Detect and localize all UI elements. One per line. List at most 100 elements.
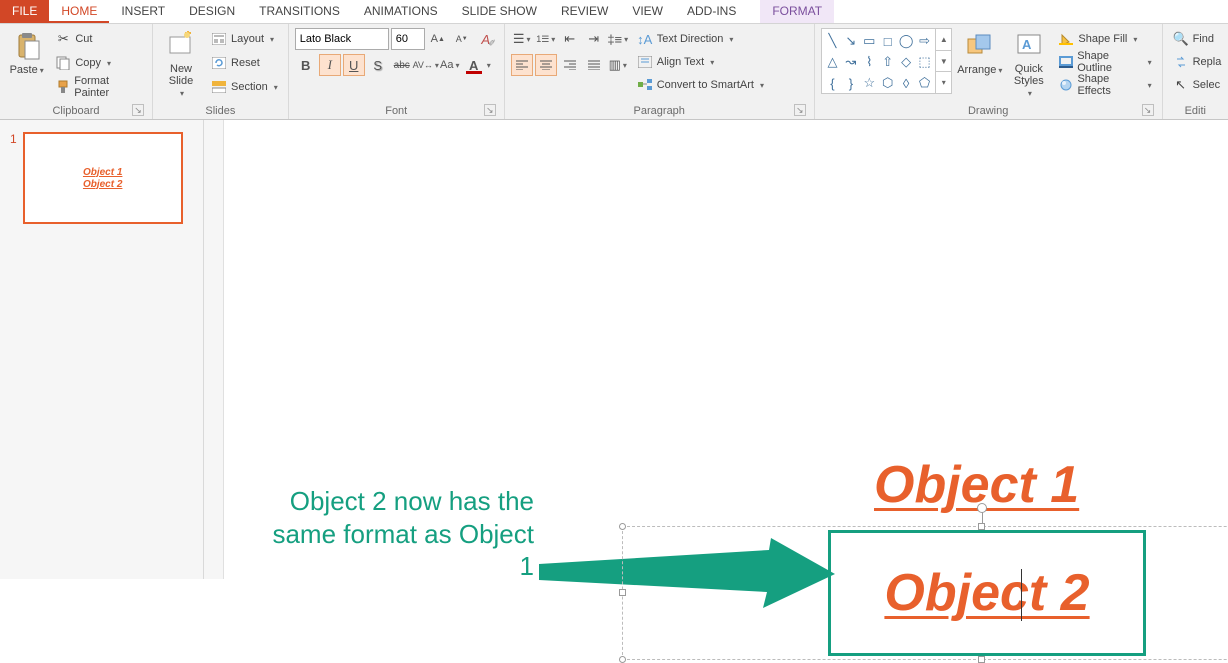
change-case-button[interactable]: Aa▾ — [439, 54, 461, 76]
convert-smartart-button[interactable]: Convert to SmartArt▾ — [633, 74, 768, 96]
slide-thumbnail-1[interactable]: Object 1 Object 2 — [23, 132, 183, 224]
increase-indent-button[interactable]: ⇥ — [583, 28, 605, 50]
resize-handle-nw[interactable] — [619, 523, 626, 530]
increase-font-button[interactable]: A▲ — [427, 28, 449, 50]
resize-handle-s[interactable] — [978, 656, 985, 663]
shape-outline-button[interactable]: Shape Outline▾ — [1054, 51, 1155, 73]
shape-arrowr-icon: ⇨ — [916, 31, 933, 51]
find-icon: 🔍 — [1173, 31, 1189, 47]
copy-button[interactable]: Copy▾ — [51, 52, 146, 74]
align-left-button[interactable] — [511, 54, 533, 76]
group-slides: New Slide▾ Layout▾ Reset Section▾ Slides — [153, 24, 289, 119]
copy-label: Copy — [75, 57, 101, 69]
tab-transitions[interactable]: TRANSITIONS — [247, 0, 352, 23]
tab-slideshow[interactable]: SLIDE SHOW — [450, 0, 549, 23]
strikethrough-button[interactable]: abc — [391, 54, 413, 76]
layout-button[interactable]: Layout▾ — [207, 28, 282, 50]
dropdown-icon: ▾ — [710, 58, 714, 67]
underline-button[interactable]: U — [343, 54, 365, 76]
resize-handle-sw[interactable] — [619, 656, 626, 663]
shape-more-icon: ⬠ — [916, 73, 933, 93]
tab-animations[interactable]: ANIMATIONS — [352, 0, 450, 23]
shape-rect-icon: ▭ — [861, 31, 878, 51]
tab-home[interactable]: HOME — [49, 0, 109, 23]
dropdown-icon: ▾ — [1133, 35, 1137, 44]
columns-button[interactable]: ▥▾ — [607, 54, 629, 76]
font-name-input[interactable] — [295, 28, 389, 50]
resize-handle-w[interactable] — [619, 589, 626, 596]
font-color-button[interactable]: A▾ — [463, 54, 485, 76]
paragraph-dialog-launcher[interactable]: ↘ — [794, 104, 806, 116]
scissors-icon: ✂ — [55, 31, 71, 47]
shape-callout-icon: ◊ — [897, 73, 914, 93]
align-text-label: Align Text — [657, 56, 705, 68]
font-dialog-launcher[interactable]: ↘ — [484, 104, 496, 116]
dropdown-icon: ▾ — [527, 35, 531, 44]
align-right-button[interactable] — [559, 54, 581, 76]
resize-handle-n[interactable] — [978, 523, 985, 530]
rotate-handle[interactable] — [977, 503, 987, 513]
tab-addins[interactable]: ADD-INS — [675, 0, 748, 23]
section-button[interactable]: Section▾ — [207, 76, 282, 98]
slide-canvas[interactable]: Object 1 Object 2 now has the same forma… — [204, 120, 1228, 579]
object-2-text[interactable]: Object 2 — [884, 563, 1089, 623]
new-slide-button[interactable]: New Slide▾ — [159, 28, 203, 98]
tab-review[interactable]: REVIEW — [549, 0, 620, 23]
copy-icon — [55, 55, 71, 71]
quick-styles-button[interactable]: A Quick Styles▾ — [1007, 28, 1050, 98]
tab-format[interactable]: FORMAT — [760, 0, 834, 23]
replace-icon — [1173, 54, 1189, 70]
italic-button[interactable]: I — [319, 54, 341, 76]
text-direction-label: Text Direction — [657, 33, 724, 45]
align-text-button[interactable]: Align Text ▾ — [633, 51, 768, 73]
tab-file[interactable]: FILE — [0, 0, 49, 23]
dropdown-icon: ▾ — [729, 35, 733, 44]
clear-formatting-button[interactable]: A✐ — [475, 28, 497, 50]
gallery-more-button[interactable]: ▾ — [936, 72, 951, 93]
shadow-button[interactable]: S — [367, 54, 389, 76]
cut-button[interactable]: ✂ Cut — [51, 28, 146, 50]
shape-gallery[interactable]: ╲↘▭□◯⇨ △↝⌇⇧◇⬚ {}☆⬡◊⬠ ▲ ▼ ▾ — [821, 28, 953, 94]
line-spacing-button[interactable]: ‡≡▾ — [607, 28, 629, 50]
char-spacing-button[interactable]: AV↔▾ — [415, 54, 437, 76]
replace-button[interactable]: Repla — [1169, 51, 1226, 73]
paste-button[interactable]: Paste▾ — [6, 28, 47, 98]
select-button[interactable]: ↖ Selec — [1169, 74, 1226, 96]
font-size-input[interactable] — [391, 28, 425, 50]
group-font: A▲ A▼ A✐ B I U S abc AV↔▾ Aa▾ A▾ Font ↘ — [289, 24, 505, 119]
dropdown-icon: ▾ — [40, 66, 44, 75]
select-icon: ↖ — [1173, 77, 1189, 93]
text-direction-button[interactable]: ↕A Text Direction▾ — [633, 28, 768, 50]
reset-button[interactable]: Reset — [207, 52, 282, 74]
find-button[interactable]: 🔍 Find — [1169, 28, 1226, 50]
gallery-up-button[interactable]: ▲ — [936, 29, 951, 51]
decrease-font-button[interactable]: A▼ — [451, 28, 473, 50]
select-label: Selec — [1193, 79, 1221, 91]
tab-design[interactable]: DESIGN — [177, 0, 247, 23]
justify-button[interactable] — [583, 54, 605, 76]
tab-view[interactable]: VIEW — [620, 0, 675, 23]
drawing-dialog-launcher[interactable]: ↘ — [1142, 104, 1154, 116]
tab-insert[interactable]: INSERT — [109, 0, 177, 23]
paragraph-group-label: Paragraph — [634, 105, 685, 117]
shape-fill-button[interactable]: Shape Fill▾ — [1054, 28, 1155, 50]
decrease-indent-button[interactable]: ⇤ — [559, 28, 581, 50]
bullets-button[interactable]: ☰▾ — [511, 28, 533, 50]
shape-hex-icon: ⬡ — [879, 73, 896, 93]
group-drawing: ╲↘▭□◯⇨ △↝⌇⇧◇⬚ {}☆⬡◊⬠ ▲ ▼ ▾ Arrange▾ A Qu… — [815, 24, 1163, 119]
shape-text-icon: ⬚ — [916, 52, 933, 72]
object-2-highlight: Object 2 — [828, 530, 1146, 656]
gallery-down-button[interactable]: ▼ — [936, 51, 951, 73]
format-painter-button[interactable]: Format Painter — [51, 76, 146, 98]
clipboard-dialog-launcher[interactable]: ↘ — [132, 104, 144, 116]
shape-arrow-icon: ↘ — [842, 31, 859, 51]
align-center-button[interactable] — [535, 54, 557, 76]
shape-effects-button[interactable]: Shape Effects▾ — [1054, 74, 1155, 96]
arrange-button[interactable]: Arrange▾ — [956, 28, 1003, 98]
clipboard-group-label: Clipboard — [52, 105, 99, 117]
shape-oval-icon: ◯ — [897, 31, 914, 51]
group-editing: 🔍 Find Repla ↖ Selec Editi — [1163, 24, 1228, 119]
tab-strip: FILE HOME INSERT DESIGN TRANSITIONS ANIM… — [0, 0, 1228, 24]
numbering-button[interactable]: 1☰▾ — [535, 28, 557, 50]
bold-button[interactable]: B — [295, 54, 317, 76]
